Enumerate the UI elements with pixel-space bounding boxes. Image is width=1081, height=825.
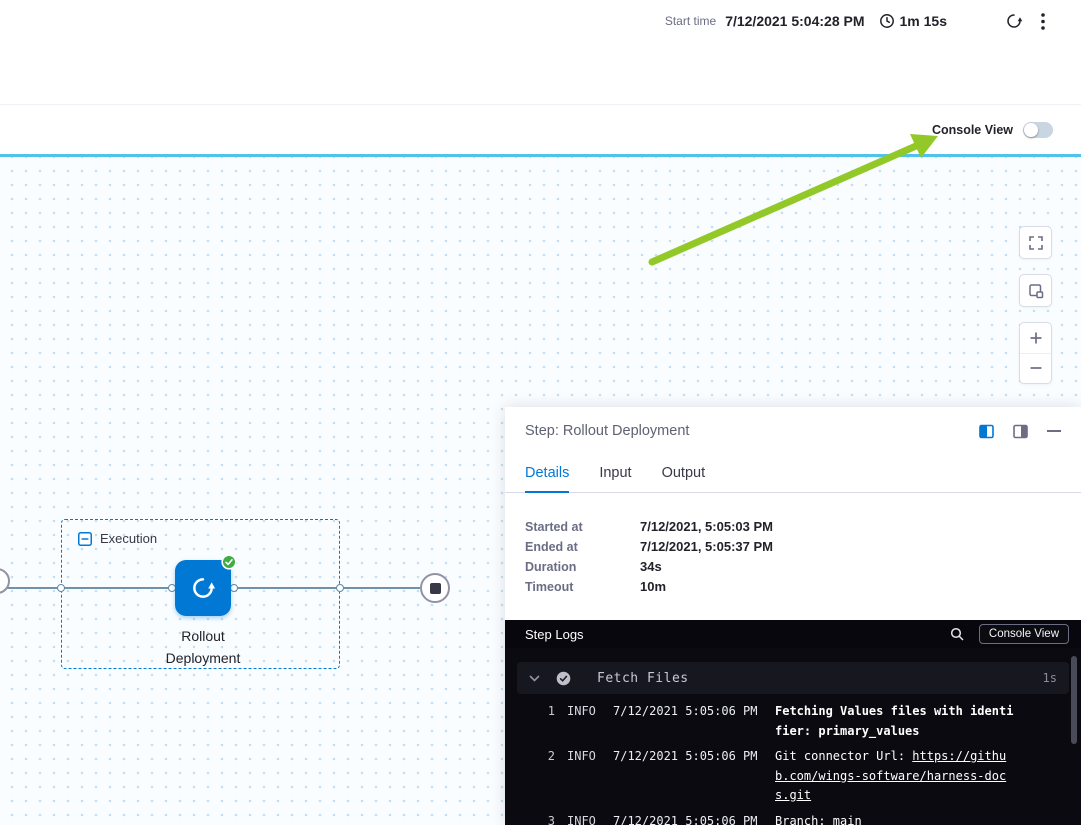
log-line-number: 2 [543, 747, 555, 806]
log-message-prefix: Git connector Url: [775, 749, 912, 763]
log-timestamp: 7/12/2021 5:05:06 PM [613, 702, 763, 741]
end-node[interactable] [420, 573, 450, 603]
execution-header: Start time 7/12/2021 5:04:28 PM 1m 15s [0, 0, 1081, 105]
minimize-panel-button[interactable] [1045, 427, 1063, 435]
fit-view-icon [1028, 283, 1044, 299]
detail-value: 34s [640, 557, 662, 577]
start-time-label: Start time [665, 14, 716, 28]
log-line-number: 1 [543, 702, 555, 741]
log-console: Fetch Files 1s 1 INFO 7/12/2021 5:05:06 … [505, 648, 1081, 825]
detail-value: 7/12/2021, 5:05:37 PM [640, 537, 773, 557]
log-level: INFO [567, 702, 601, 741]
detail-value: 7/12/2021, 5:05:03 PM [640, 517, 773, 537]
toggle-knob [1024, 123, 1038, 137]
pane-right-icon [1013, 424, 1028, 439]
elapsed-time: 1m 15s [900, 13, 947, 29]
log-timestamp: 7/12/2021 5:05:06 PM [613, 747, 763, 806]
fit-to-view-button[interactable] [1019, 274, 1052, 307]
node-label: Rollout Deployment [148, 625, 258, 669]
zoom-controls [1019, 322, 1052, 384]
fullscreen-icon [1028, 235, 1044, 251]
step-logs-bar: Step Logs Console View [505, 620, 1081, 648]
port-group-left [57, 584, 65, 592]
panel-title: Step: Rollout Deployment [525, 423, 689, 439]
plus-icon [1029, 331, 1043, 345]
detail-value: 10m [640, 577, 666, 597]
log-line: 2 INFO 7/12/2021 5:05:06 PM Git connecto… [505, 747, 1081, 806]
minimize-icon [1047, 429, 1061, 433]
detail-row: Ended at 7/12/2021, 5:05:37 PM [525, 537, 1061, 557]
execution-group-label: Execution [100, 531, 157, 546]
log-level: INFO [567, 747, 601, 806]
chevron-down-icon [529, 675, 540, 682]
port-group-right [336, 584, 344, 592]
detail-label: Started at [525, 517, 640, 537]
minus-icon [1029, 361, 1043, 375]
step-logs-title: Step Logs [525, 627, 584, 642]
log-timestamp: 7/12/2021 5:05:06 PM [613, 812, 763, 825]
detail-label: Timeout [525, 577, 640, 597]
clock-icon [879, 13, 895, 29]
rollout-icon [190, 575, 216, 601]
log-section-header[interactable]: Fetch Files 1s [517, 662, 1069, 694]
log-scrollbar-thumb[interactable] [1071, 656, 1077, 744]
log-section-duration: 1s [1043, 671, 1057, 685]
log-line-number: 3 [543, 812, 555, 825]
refresh-icon [1005, 12, 1023, 30]
previous-node-partial [0, 568, 10, 594]
console-view-button[interactable]: Console View [979, 624, 1069, 644]
kebab-icon [1041, 13, 1045, 30]
details-table: Started at 7/12/2021, 5:05:03 PM Ended a… [505, 493, 1081, 597]
dock-right-button[interactable] [1011, 422, 1030, 441]
detail-row: Duration 34s [525, 557, 1061, 577]
detail-row: Timeout 10m [525, 577, 1061, 597]
tab-output[interactable]: Output [662, 455, 706, 493]
success-badge-icon [221, 554, 237, 570]
collapse-group-icon[interactable] [78, 532, 92, 546]
console-view-toggle[interactable] [1023, 122, 1053, 138]
pipeline-execution-screen: Start time 7/12/2021 5:04:28 PM 1m 15s [0, 0, 1081, 825]
fullscreen-button[interactable] [1019, 226, 1052, 259]
log-message: Branch: main [775, 812, 1015, 825]
log-line: 1 INFO 7/12/2021 5:05:06 PM Fetching Val… [505, 702, 1081, 741]
tab-input[interactable]: Input [599, 455, 631, 493]
graph-toolbar: Console View [0, 105, 1081, 157]
pane-left-icon [979, 424, 994, 439]
detail-label: Duration [525, 557, 640, 577]
detail-label: Ended at [525, 537, 640, 557]
log-level: INFO [567, 812, 601, 825]
log-message: Git connector Url: https://github.com/wi… [775, 747, 1015, 806]
stop-icon [430, 583, 441, 594]
step-details-panel: Step: Rollout Deployment [505, 407, 1081, 825]
console-view-label: Console View [932, 123, 1013, 137]
search-icon [950, 627, 964, 641]
panel-tabs: Details Input Output [505, 455, 1081, 493]
refresh-button[interactable] [1003, 10, 1025, 32]
log-line: 3 INFO 7/12/2021 5:05:06 PM Branch: main [505, 812, 1081, 825]
zoom-out-button[interactable] [1020, 354, 1051, 384]
log-message: Fetching Values files with identifier: p… [775, 702, 1015, 741]
port-node-right [230, 584, 238, 592]
log-section-name: Fetch Files [597, 671, 689, 686]
detail-row: Started at 7/12/2021, 5:05:03 PM [525, 517, 1061, 537]
check-circle-icon [556, 671, 571, 686]
rollout-deployment-node[interactable] [175, 560, 231, 616]
zoom-in-button[interactable] [1020, 323, 1051, 354]
tab-details[interactable]: Details [525, 455, 569, 493]
more-options-button[interactable] [1039, 11, 1047, 32]
dock-left-button[interactable] [977, 422, 996, 441]
start-time-value: 7/12/2021 5:04:28 PM [725, 13, 864, 29]
log-search-button[interactable] [948, 625, 966, 643]
